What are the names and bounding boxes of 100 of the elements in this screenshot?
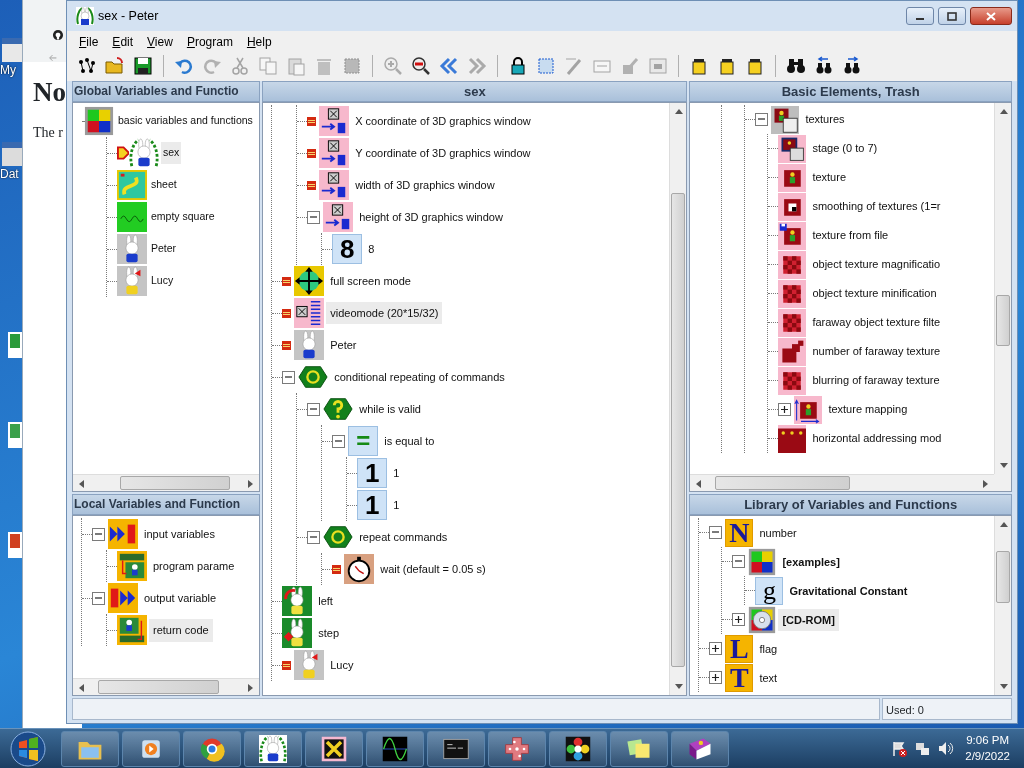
maximize-icon[interactable] — [946, 10, 958, 22]
close-icon[interactable] — [985, 10, 997, 22]
tree-item[interactable]: texture — [808, 166, 851, 189]
window-list-icon — [294, 298, 325, 328]
tree-item[interactable]: smoothing of textures (1=r — [808, 195, 945, 218]
tree-item[interactable]: full screen mode — [326, 269, 415, 293]
texture-arrows-icon — [794, 395, 823, 424]
tree-item[interactable]: Gravitational Constant — [785, 579, 912, 603]
scrollbar-thumb[interactable] — [715, 476, 851, 491]
menu-item[interactable]: Help — [239, 31, 279, 51]
taskbar-button[interactable] — [610, 730, 668, 767]
tree-item[interactable]: Peter — [326, 333, 361, 357]
taskbar-button[interactable] — [305, 730, 363, 767]
tree-item[interactable]: Y coordinate of 3D graphics window — [351, 141, 535, 165]
vertical-scrollbar[interactable] — [669, 103, 687, 695]
tree-item[interactable]: 1 — [389, 461, 404, 485]
tree-item[interactable]: number of faraway texture — [808, 340, 945, 363]
scroll-left-arrow-icon[interactable] — [696, 479, 702, 488]
texture-icon — [778, 221, 807, 250]
speaker-icon[interactable] — [937, 740, 955, 757]
minimize-button[interactable] — [906, 7, 934, 25]
clock-time[interactable]: 9:06 PM — [966, 733, 1010, 749]
tree-item[interactable]: 8 — [364, 237, 379, 261]
scroll-down-arrow-icon[interactable] — [999, 684, 1008, 689]
maximize-button[interactable] — [938, 7, 966, 25]
scroll-left-arrow-icon[interactable] — [79, 683, 84, 692]
tree-item[interactable]: sheet — [149, 174, 179, 196]
scrollbar-thumb[interactable] — [97, 680, 220, 694]
tree-item[interactable]: object texture minification — [808, 282, 941, 305]
scroll-right-arrow-icon[interactable] — [983, 479, 988, 488]
close-button[interactable] — [970, 7, 1012, 25]
tree-item[interactable]: conditional repeating of commands — [330, 365, 509, 389]
taskbar-button[interactable] — [122, 730, 180, 767]
tree-item[interactable]: [CD-ROM] — [778, 608, 839, 632]
tree-item[interactable]: height of 3D graphics window — [355, 205, 507, 229]
tree-item[interactable]: width of 3D graphics window — [351, 173, 499, 197]
taskbar-button[interactable] — [427, 730, 485, 767]
tree-item[interactable]: blurring of faraway texture — [808, 369, 944, 392]
scroll-down-arrow-icon[interactable] — [674, 684, 683, 689]
menu-item[interactable]: Edit — [105, 31, 141, 51]
tree-item[interactable]: texture mapping — [824, 398, 912, 421]
scroll-up-arrow-icon[interactable] — [674, 109, 683, 114]
tree-item[interactable]: flag — [755, 637, 782, 661]
tree-item[interactable]: Lucy — [149, 270, 176, 292]
scroll-up-arrow-icon[interactable] — [999, 522, 1008, 528]
taskbar-button[interactable] — [244, 730, 302, 767]
scroll-right-arrow-icon[interactable] — [248, 683, 254, 692]
desktop-shortcut-icon[interactable] — [0, 36, 22, 64]
desktop-icon-label[interactable]: My — [0, 64, 16, 76]
menu-item[interactable]: View — [140, 31, 180, 51]
network-icon[interactable] — [914, 740, 932, 757]
desktop-icon-label[interactable]: Dat — [0, 168, 19, 180]
tree-item[interactable]: wait (default = 0.05 s) — [376, 557, 490, 581]
tree-item[interactable]: step — [314, 621, 343, 645]
menu-item[interactable]: Program — [179, 31, 240, 51]
scroll-down-arrow-icon[interactable] — [999, 463, 1008, 469]
tree-item[interactable]: 1 — [389, 493, 404, 517]
scroll-up-arrow-icon[interactable] — [999, 109, 1008, 114]
tree-item[interactable]: output variable — [140, 587, 221, 610]
tree-item[interactable]: stage (0 to 7) — [808, 137, 882, 160]
clock-date[interactable]: 2/9/2022 — [965, 748, 1010, 764]
tree-item[interactable]: program parame — [149, 555, 239, 578]
tree-item[interactable]: empty square — [149, 206, 217, 228]
tree-item[interactable]: text — [755, 666, 782, 690]
flag-alert-icon[interactable] — [891, 740, 909, 757]
taskbar-button[interactable] — [671, 730, 729, 767]
scrollbar-thumb[interactable] — [996, 295, 1010, 346]
scrollbar-thumb[interactable] — [120, 476, 230, 491]
tree-item[interactable]: faraway object texture filte — [808, 311, 945, 334]
tree-item[interactable]: Peter — [149, 238, 179, 260]
taskbar-button[interactable] — [366, 730, 424, 767]
tree-item[interactable]: is equal to — [380, 429, 439, 453]
tree-item[interactable]: Lucy — [326, 653, 358, 677]
tree-item[interactable]: textures — [801, 108, 849, 131]
tree-item[interactable]: input variables — [140, 523, 219, 546]
tree-item[interactable]: [examples] — [778, 550, 844, 574]
tree-item[interactable]: number — [755, 521, 801, 545]
scrollbar-thumb[interactable] — [671, 192, 686, 667]
tree-item[interactable]: return code — [149, 619, 213, 642]
tree-item[interactable]: left — [314, 589, 337, 613]
horizontal-scrollbar[interactable] — [690, 474, 994, 492]
vertical-scrollbar[interactable] — [994, 516, 1011, 695]
tree-item[interactable]: texture from file — [808, 224, 893, 247]
taskbar-button[interactable] — [549, 730, 607, 767]
vertical-scrollbar[interactable] — [994, 103, 1011, 475]
tree-item[interactable]: sex — [161, 142, 182, 164]
horizontal-scrollbar[interactable] — [73, 678, 260, 695]
scrollbar-thumb[interactable] — [996, 550, 1010, 603]
tree-item[interactable]: repeat commands — [355, 525, 452, 549]
tree-item[interactable]: videomode (20*15/32) — [326, 301, 443, 325]
tree-item[interactable]: while is valid — [355, 397, 425, 421]
desktop-shortcut-icon[interactable] — [0, 140, 22, 168]
tree-item[interactable]: horizontal addressing mod — [808, 427, 946, 450]
menu-item[interactable]: File — [72, 31, 106, 51]
tree-item[interactable]: basic variables and functions — [116, 110, 255, 132]
horizontal-scrollbar[interactable] — [73, 474, 260, 492]
tree-item[interactable]: X coordinate of 3D graphics window — [351, 109, 535, 133]
tree-item[interactable]: object texture magnificatio — [808, 253, 945, 276]
scroll-right-arrow-icon[interactable] — [248, 479, 254, 488]
scroll-left-arrow-icon[interactable] — [79, 479, 84, 488]
